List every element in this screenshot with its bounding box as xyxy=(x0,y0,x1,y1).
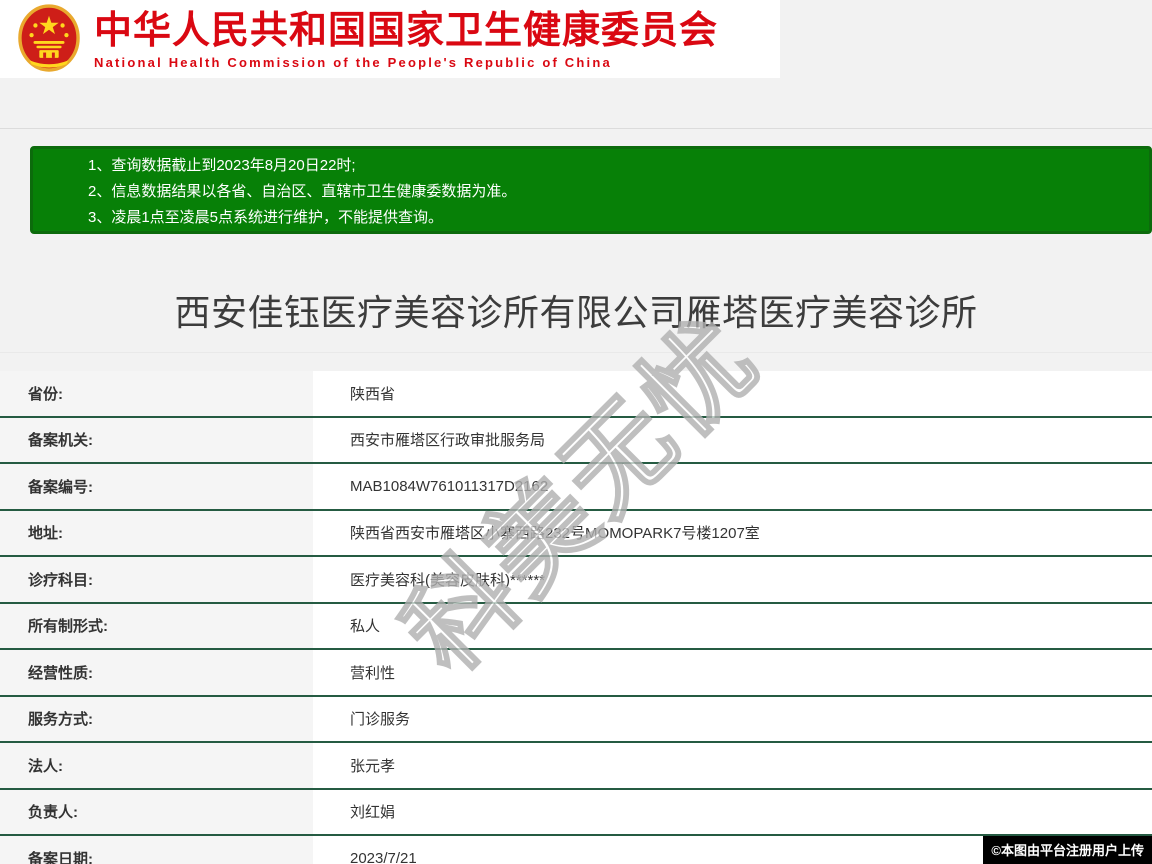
section-divider xyxy=(0,352,1152,353)
row-value: 门诊服务 xyxy=(313,696,1152,741)
row-label: 地址: xyxy=(0,510,313,555)
row-label: 备案日期: xyxy=(0,836,313,864)
uploaded-by-user-badge: ©本图由平台注册用户上传 xyxy=(983,836,1152,864)
table-row-province: 省份: 陕西省 xyxy=(0,371,1152,418)
query-notice-box: 1、查询数据截止到2023年8月20日22时; 2、信息数据结果以各省、自治区、… xyxy=(30,146,1152,234)
site-header: 中华人民共和国国家卫生健康委员会 National Health Commiss… xyxy=(0,0,780,78)
table-row-business-nature: 经营性质: 营利性 xyxy=(0,650,1152,697)
row-value: 营利性 xyxy=(313,650,1152,695)
china-national-emblem-icon xyxy=(18,4,80,74)
record-info-table: 省份: 陕西省 备案机关: 西安市雁塔区行政审批服务局 备案编号: MAB108… xyxy=(0,371,1152,864)
table-row-record-date: 备案日期: 2023/7/21 xyxy=(0,836,1152,864)
row-value: MAB1084W761011317D2162 xyxy=(313,464,1152,509)
table-row-address: 地址: 陕西省西安市雁塔区小寨西路232号MOMOPARK7号楼1207室 xyxy=(0,510,1152,557)
table-row-record-authority: 备案机关: 西安市雁塔区行政审批服务局 xyxy=(0,417,1152,464)
table-row-person-in-charge: 负责人: 刘红娟 xyxy=(0,789,1152,836)
table-row-ownership-form: 所有制形式: 私人 xyxy=(0,603,1152,650)
row-label: 备案机关: xyxy=(0,417,313,462)
row-value: 张元孝 xyxy=(313,743,1152,788)
row-label: 所有制形式: xyxy=(0,603,313,648)
medical-institution-record-page: 中华人民共和国国家卫生健康委员会 National Health Commiss… xyxy=(0,0,1152,864)
row-value: 陕西省 xyxy=(313,371,1152,416)
table-row-service-mode: 服务方式: 门诊服务 xyxy=(0,696,1152,743)
table-row-legal-person: 法人: 张元孝 xyxy=(0,743,1152,790)
row-value: 西安市雁塔区行政审批服务局 xyxy=(313,417,1152,462)
table-row-record-number: 备案编号: MAB1084W761011317D2162 xyxy=(0,464,1152,511)
row-value: 私人 xyxy=(313,603,1152,648)
header-titles: 中华人民共和国国家卫生健康委员会 National Health Commiss… xyxy=(94,9,718,70)
institution-name-title: 西安佳钰医疗美容诊所有限公司雁塔医疗美容诊所 xyxy=(174,292,978,333)
row-label: 省份: xyxy=(0,371,313,416)
row-label: 负责人: xyxy=(0,789,313,834)
row-value: 刘红娟 xyxy=(313,789,1152,834)
notice-line-2: 2、信息数据结果以各省、自治区、直辖市卫生健康委数据为准。 xyxy=(88,183,517,200)
row-label: 服务方式: xyxy=(0,696,313,741)
commission-title-zh: 中华人民共和国国家卫生健康委员会 xyxy=(94,9,719,52)
notice-line-1: 1、查询数据截止到2023年8月20日22时; xyxy=(88,157,356,174)
row-label: 备案编号: xyxy=(0,464,313,509)
header-divider xyxy=(0,128,1152,129)
row-label: 法人: xyxy=(0,743,313,788)
table-row-clinical-subjects: 诊疗科目: 医疗美容科(美容皮肤科)****** xyxy=(0,557,1152,604)
row-label: 经营性质: xyxy=(0,650,313,695)
commission-title-en: National Health Commission of the People… xyxy=(94,54,612,70)
notice-line-3: 3、凌晨1点至凌晨5点系统进行维护，不能提供查询。 xyxy=(88,209,444,226)
row-value: 医疗美容科(美容皮肤科)****** xyxy=(313,557,1152,602)
row-label: 诊疗科目: xyxy=(0,557,313,602)
row-value: 陕西省西安市雁塔区小寨西路232号MOMOPARK7号楼1207室 xyxy=(313,510,1152,555)
